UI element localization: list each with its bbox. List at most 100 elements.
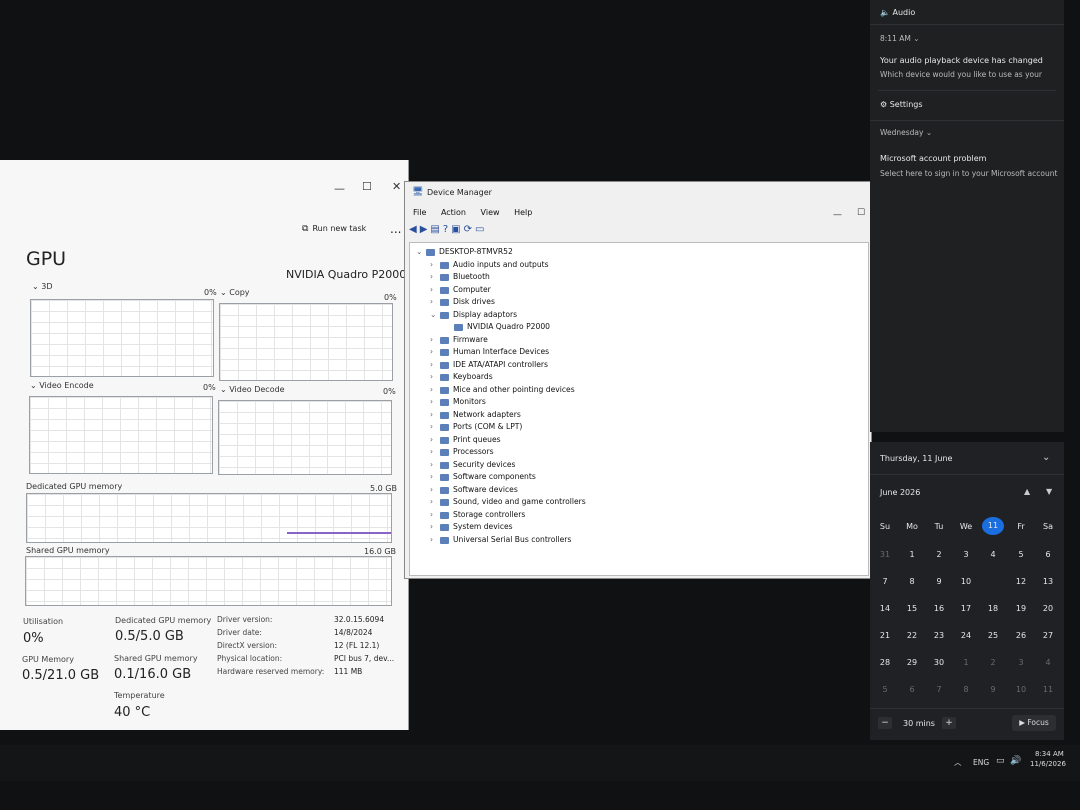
network-icon[interactable]: ▭ — [996, 756, 1005, 766]
calendar-day[interactable]: 21 — [874, 631, 896, 640]
graph-dropdown-video-decode[interactable]: ⌄ Video Decode — [220, 385, 285, 394]
tree-item-display[interactable]: ⌄ Display adaptors — [430, 310, 517, 319]
calendar-day[interactable]: 13 — [1037, 577, 1059, 586]
calendar-day[interactable]: 22 — [901, 631, 923, 640]
calendar-day[interactable]: 7 — [928, 685, 950, 694]
menu-help[interactable]: Help — [514, 208, 532, 217]
tree-item-disk[interactable]: › Disk drives — [430, 297, 495, 306]
calendar-day[interactable]: 26 — [1010, 631, 1032, 640]
calendar-day[interactable]: 2 — [982, 658, 1004, 667]
tree-item-ports[interactable]: › Ports (COM & LPT) — [430, 422, 522, 431]
calendar-day[interactable]: 4 — [1037, 658, 1059, 667]
chevron-down-icon[interactable]: ⌄ — [1042, 452, 1050, 463]
tree-item-ide[interactable]: › IDE ATA/ATAPI controllers — [430, 360, 548, 369]
tree-item-storage[interactable]: › Storage controllers — [430, 510, 525, 519]
calendar-day[interactable]: 11 — [1037, 685, 1059, 694]
settings-button[interactable]: ⚙ Settings — [880, 100, 923, 109]
calendar-day[interactable]: 5 — [1010, 550, 1032, 559]
calendar-day[interactable]: 27 — [1037, 631, 1059, 640]
calendar-day[interactable]: 8 — [901, 577, 923, 586]
tree-item-usb[interactable]: › Universal Serial Bus controllers — [430, 535, 571, 544]
tree-item-software-devices[interactable]: › Software devices — [430, 485, 518, 494]
calendar-day[interactable]: 7 — [874, 577, 896, 586]
ms-account-body[interactable]: Select here to sign in to your Microsoft… — [880, 169, 1062, 178]
tree-item-monitors[interactable]: › Monitors — [430, 397, 486, 406]
arrow-up-icon[interactable]: ▲ — [1024, 487, 1030, 496]
clock-date[interactable]: 11/6/2026 — [1030, 760, 1066, 768]
more-options-button[interactable]: ... — [390, 222, 401, 236]
tree-item-firmware[interactable]: › Firmware — [430, 335, 488, 344]
language-indicator[interactable]: ENG — [973, 758, 989, 767]
scan-hardware-icon[interactable]: ⟳ — [464, 224, 475, 235]
tree-item-network[interactable]: › Network adapters — [430, 410, 521, 419]
speaker-icon[interactable]: 🔊 — [1010, 756, 1021, 766]
calendar-day[interactable]: 31 — [874, 550, 896, 559]
notification-time[interactable]: 8:11 AM ⌄ — [880, 34, 920, 43]
calendar-day[interactable]: 2 — [928, 550, 950, 559]
clock-time[interactable]: 8:34 AM — [1035, 750, 1064, 758]
calendar-day[interactable]: 3 — [1010, 658, 1032, 667]
tree-item-processors[interactable]: › Processors — [430, 447, 494, 456]
calendar-day-today[interactable]: 11 — [982, 517, 1004, 535]
calendar-day[interactable]: 25 — [982, 631, 1004, 640]
tree-item-hid[interactable]: › Human Interface Devices — [430, 347, 549, 356]
minimize-icon[interactable]: — — [833, 210, 842, 220]
update-driver-icon[interactable]: ▣ — [451, 224, 463, 235]
calendar-day[interactable]: 8 — [955, 685, 977, 694]
tree-item-sound[interactable]: › Sound, video and game controllers — [430, 497, 586, 506]
focus-plus-button[interactable]: + — [942, 717, 956, 729]
tree-item-print-queues[interactable]: › Print queues — [430, 435, 501, 444]
properties-icon[interactable]: ▤ — [430, 224, 442, 235]
calendar-day[interactable]: 28 — [874, 658, 896, 667]
tree-item-mice[interactable]: › Mice and other pointing devices — [430, 385, 575, 394]
calendar-day[interactable]: 10 — [1010, 685, 1032, 694]
calendar-day[interactable]: 9 — [928, 577, 950, 586]
monitor-icon[interactable]: ▭ — [475, 224, 487, 235]
maximize-icon[interactable]: ☐ — [362, 180, 372, 193]
tree-item-security[interactable]: › Security devices — [430, 460, 516, 469]
menu-view[interactable]: View — [481, 208, 500, 217]
tree-item-bluetooth[interactable]: › Bluetooth — [430, 272, 490, 281]
tree-root[interactable]: ⌄ DESKTOP-8TMVR52 — [416, 247, 513, 256]
calendar-day[interactable]: 1 — [955, 658, 977, 667]
calendar-day[interactable]: 24 — [955, 631, 977, 640]
close-icon[interactable]: ✕ — [392, 180, 401, 193]
title-bar[interactable]: — ☐ ✕ — [0, 160, 408, 200]
arrow-down-icon[interactable]: ▼ — [1046, 487, 1052, 496]
tree-item-system[interactable]: › System devices — [430, 522, 513, 531]
focus-button[interactable]: ▶ Focus — [1012, 715, 1056, 731]
calendar-day[interactable]: 1 — [901, 550, 923, 559]
minimize-icon[interactable]: — — [334, 182, 345, 195]
calendar-day[interactable]: 4 — [982, 550, 1004, 559]
calendar-day[interactable]: 30 — [928, 658, 950, 667]
calendar-day[interactable]: 16 — [928, 604, 950, 613]
notification-day[interactable]: Wednesday ⌄ — [880, 128, 932, 137]
calendar-day[interactable]: 15 — [901, 604, 923, 613]
ms-account-title[interactable]: Microsoft account problem — [880, 154, 986, 163]
calendar-month[interactable]: June 2026 — [880, 488, 920, 497]
calendar-day[interactable]: 6 — [1037, 550, 1059, 559]
graph-dropdown-copy[interactable]: ⌄ Copy — [220, 288, 250, 297]
focus-minus-button[interactable]: − — [878, 717, 892, 729]
calendar-day[interactable]: 14 — [874, 604, 896, 613]
audio-notification-title[interactable]: Your audio playback device has changed — [880, 56, 1056, 65]
chevron-up-icon[interactable]: ︿ — [954, 757, 962, 768]
maximize-icon[interactable]: ☐ — [857, 208, 865, 218]
calendar-day[interactable]: 12 — [1010, 577, 1032, 586]
forward-arrow-icon[interactable]: ▶ — [420, 224, 431, 235]
run-new-task-button[interactable]: ⧉ Run new task — [302, 224, 366, 234]
calendar-day[interactable]: 6 — [901, 685, 923, 694]
menu-action[interactable]: Action — [441, 208, 466, 217]
help-icon[interactable]: ? — [443, 224, 451, 235]
calendar-day[interactable]: 19 — [1010, 604, 1032, 613]
graph-dropdown-3d[interactable]: ⌄ 3D — [32, 282, 53, 291]
calendar-day[interactable]: 5 — [874, 685, 896, 694]
tree-item-software-components[interactable]: › Software components — [430, 472, 536, 481]
calendar-day[interactable]: 3 — [955, 550, 977, 559]
calendar-day[interactable]: 29 — [901, 658, 923, 667]
tree-item-computer[interactable]: › Computer — [430, 285, 491, 294]
tree-item-keyboards[interactable]: › Keyboards — [430, 372, 493, 381]
menu-file[interactable]: File — [413, 208, 426, 217]
calendar-day[interactable]: 18 — [982, 604, 1004, 613]
calendar-day[interactable]: 10 — [955, 577, 977, 586]
